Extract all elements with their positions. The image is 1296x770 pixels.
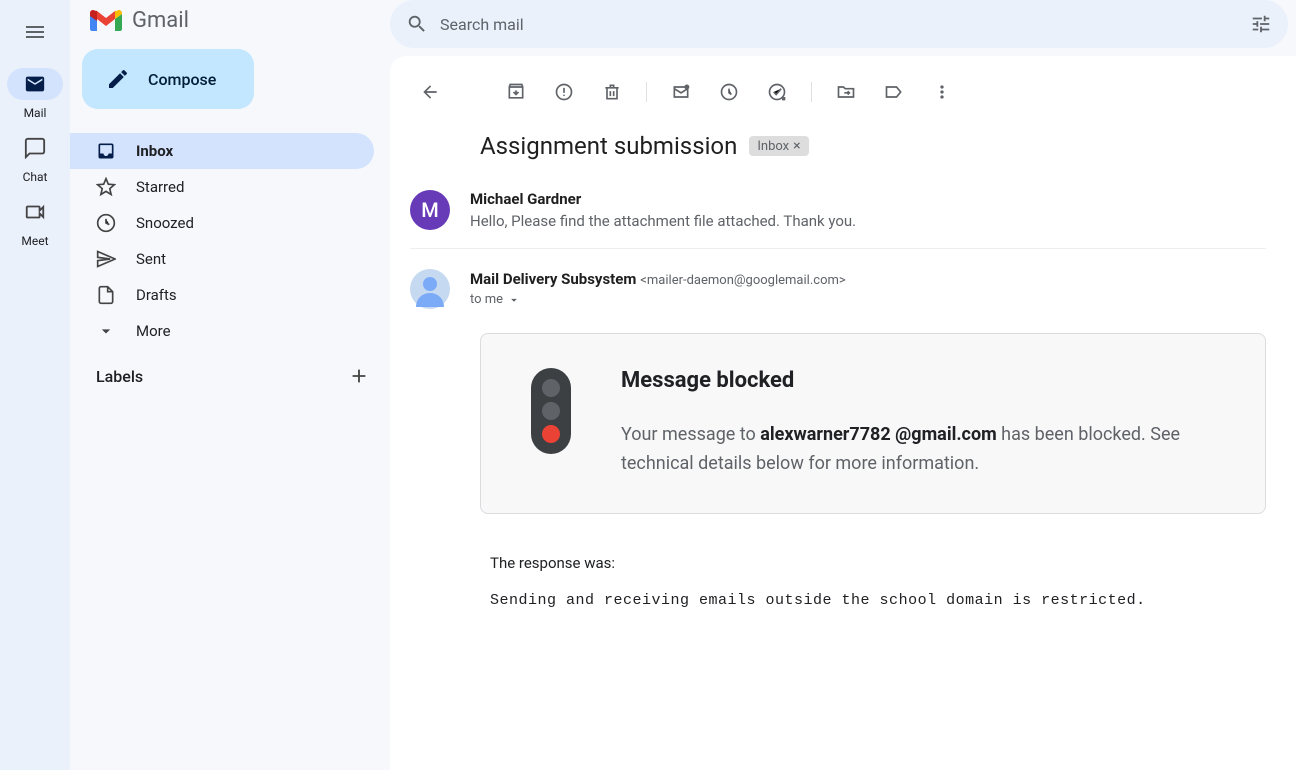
compose-button[interactable]: Compose xyxy=(82,49,254,109)
chat-icon xyxy=(24,137,46,159)
clock-icon xyxy=(96,213,116,233)
snooze-icon xyxy=(719,82,739,102)
message-expanded: Mail Delivery Subsystem <mailer-daemon@g… xyxy=(410,249,1266,309)
task-icon xyxy=(767,82,787,102)
more-vert-icon xyxy=(932,82,952,102)
search-bar[interactable] xyxy=(390,0,1288,48)
traffic-light-icon xyxy=(531,368,571,454)
rail-meet-label: Meet xyxy=(21,234,48,248)
archive-button[interactable] xyxy=(496,72,536,112)
nav-drafts-label: Drafts xyxy=(136,286,177,304)
send-icon xyxy=(96,249,116,269)
sender-name-2: Mail Delivery Subsystem xyxy=(470,270,636,288)
label-button[interactable] xyxy=(874,72,914,112)
gmail-logo-icon xyxy=(90,9,122,33)
label-chip-close[interactable]: × xyxy=(793,138,800,154)
nav-starred[interactable]: Starred xyxy=(70,169,374,205)
avatar: M xyxy=(410,190,450,230)
star-icon xyxy=(96,177,116,197)
response-section: The response was: Sending and receiving … xyxy=(490,554,1266,609)
sidebar: Gmail Compose Inbox Starred Snoozed Sent xyxy=(70,0,390,770)
back-button[interactable] xyxy=(410,72,450,112)
task-button[interactable] xyxy=(757,72,797,112)
block-desc: Your message to alexwarner7782 @gmail.co… xyxy=(621,421,1205,479)
nav-more-label: More xyxy=(136,322,171,340)
nav-sent-label: Sent xyxy=(136,250,166,268)
inbox-icon xyxy=(96,141,116,161)
tune-icon[interactable] xyxy=(1250,13,1272,35)
rail-meet[interactable]: Meet xyxy=(7,196,63,248)
draft-icon xyxy=(96,285,116,305)
move-button[interactable] xyxy=(826,72,866,112)
block-title: Message blocked xyxy=(621,368,1205,393)
snippet: Hello, Please find the attachment file a… xyxy=(470,212,856,230)
menu-button[interactable] xyxy=(11,8,59,56)
nav-drafts[interactable]: Drafts xyxy=(70,277,374,313)
compose-label: Compose xyxy=(148,70,216,89)
rail-chat[interactable]: Chat xyxy=(7,132,63,184)
archive-icon xyxy=(506,82,526,102)
delete-button[interactable] xyxy=(592,72,632,112)
label-chip[interactable]: Inbox × xyxy=(749,136,808,156)
avatar-default xyxy=(410,269,450,309)
plus-icon[interactable] xyxy=(348,365,370,387)
sender-email: <mailer-daemon@googlemail.com> xyxy=(640,273,845,288)
snooze-button[interactable] xyxy=(709,72,749,112)
sender-name: Michael Gardner xyxy=(470,190,856,208)
block-card: Message blocked Your message to alexwarn… xyxy=(480,333,1266,514)
chevron-down-icon xyxy=(96,321,116,341)
report-icon xyxy=(554,82,574,102)
label-chip-text: Inbox xyxy=(757,139,789,154)
nav-snoozed[interactable]: Snoozed xyxy=(70,205,374,241)
trash-icon xyxy=(602,82,622,102)
left-rail: Mail Chat Meet xyxy=(0,0,70,770)
nav-more[interactable]: More xyxy=(70,313,374,349)
subject: Assignment submission xyxy=(480,132,737,160)
nav-starred-label: Starred xyxy=(136,178,184,196)
person-icon xyxy=(410,269,450,309)
label-icon xyxy=(884,82,904,102)
message-summary[interactable]: M Michael Gardner Hello, Please find the… xyxy=(410,182,1266,249)
response-text: Sending and receiving emails outside the… xyxy=(490,592,1266,609)
pencil-icon xyxy=(106,67,130,91)
mail-unread-icon xyxy=(671,82,691,102)
dropdown-icon xyxy=(507,293,521,307)
hamburger-icon xyxy=(23,20,47,44)
search-input[interactable] xyxy=(440,15,1250,34)
nav-snoozed-label: Snoozed xyxy=(136,214,194,232)
nav-inbox-label: Inbox xyxy=(136,142,173,160)
main-area: Assignment submission Inbox × M Michael … xyxy=(390,0,1296,770)
more-button[interactable] xyxy=(922,72,962,112)
rail-mail[interactable]: Mail xyxy=(7,68,63,120)
to-text: to me xyxy=(470,292,503,307)
mail-icon xyxy=(24,73,46,95)
to-line[interactable]: to me xyxy=(470,292,846,307)
labels-title: Labels xyxy=(96,367,143,386)
unread-button[interactable] xyxy=(661,72,701,112)
rail-mail-label: Mail xyxy=(24,106,47,120)
spam-button[interactable] xyxy=(544,72,584,112)
arrow-back-icon xyxy=(420,82,440,102)
toolbar xyxy=(410,72,1266,132)
rail-chat-label: Chat xyxy=(23,170,48,184)
app-name: Gmail xyxy=(132,8,189,33)
folder-move-icon xyxy=(836,82,856,102)
nav-inbox[interactable]: Inbox xyxy=(70,133,374,169)
nav-sent[interactable]: Sent xyxy=(70,241,374,277)
response-label: The response was: xyxy=(490,554,1266,572)
meet-icon xyxy=(24,201,46,223)
search-icon xyxy=(406,13,428,35)
